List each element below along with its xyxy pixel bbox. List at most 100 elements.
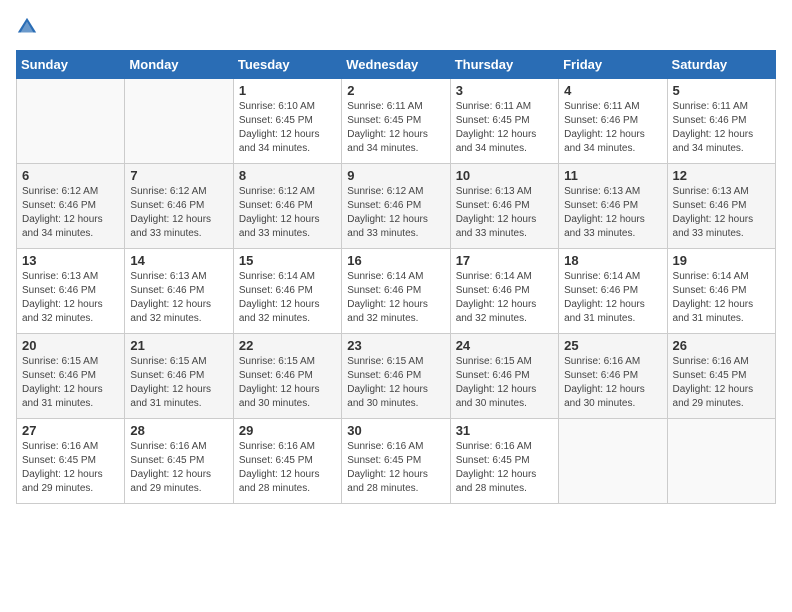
calendar-cell: 2Sunrise: 6:11 AMSunset: 6:45 PMDaylight… [342,79,450,164]
calendar-cell: 18 Sunrise: 6:14 AMSunset: 6:46 PMDayligh… [559,249,667,334]
day-number: 31 [456,423,553,438]
calendar-cell: 22 Sunrise: 6:15 AMSunset: 6:46 PMDayligh… [233,334,341,419]
day-info: Sunrise: 6:15 AMSunset: 6:46 PMDaylight:… [239,355,336,411]
calendar-cell: 14 Sunrise: 6:13 AMSunset: 6:46 PMDayligh… [125,249,233,334]
logo [16,16,42,38]
day-info: Sunrise: 6:13 AMSunset: 6:46 PMDaylight:… [673,185,770,241]
week-row-2: 6 Sunrise: 6:12 AMSunset: 6:46 PMDaylight… [17,164,776,249]
day-number: 8 [239,168,336,183]
day-number: 16 [347,253,444,268]
calendar-cell: 4 Sunrise: 6:11 AMSunset: 6:46 PMDaylight… [559,79,667,164]
day-number: 4 [564,83,661,98]
header-saturday: Saturday [667,51,775,79]
calendar-cell: 24 Sunrise: 6:15 AMSunset: 6:46 PMDayligh… [450,334,558,419]
day-info: Sunrise: 6:11 AMSunset: 6:45 PMDaylight:… [347,100,444,156]
day-number: 10 [456,168,553,183]
calendar-cell: 20 Sunrise: 6:15 AMSunset: 6:46 PMDayligh… [17,334,125,419]
day-info: Sunrise: 6:12 AMSunset: 6:46 PMDaylight:… [239,185,336,241]
day-number: 25 [564,338,661,353]
header-tuesday: Tuesday [233,51,341,79]
day-number: 28 [130,423,227,438]
day-number: 9 [347,168,444,183]
day-info: Sunrise: 6:11 AMSunset: 6:46 PMDaylight:… [564,100,661,156]
day-info: Sunrise: 6:13 AMSunset: 6:46 PMDaylight:… [130,270,227,326]
day-number: 23 [347,338,444,353]
day-info: Sunrise: 6:14 AMSunset: 6:46 PMDaylight:… [456,270,553,326]
day-info: Sunrise: 6:16 AMSunset: 6:45 PMDaylight:… [239,440,336,496]
calendar-cell: 8 Sunrise: 6:12 AMSunset: 6:46 PMDaylight… [233,164,341,249]
day-info: Sunrise: 6:15 AMSunset: 6:46 PMDaylight:… [347,355,444,411]
day-number: 18 [564,253,661,268]
header-sunday: Sunday [17,51,125,79]
day-info: Sunrise: 6:15 AMSunset: 6:46 PMDaylight:… [130,355,227,411]
calendar-cell: 28 Sunrise: 6:16 AMSunset: 6:45 PMDayligh… [125,419,233,504]
day-number: 14 [130,253,227,268]
day-number: 17 [456,253,553,268]
calendar-cell: 27Sunrise: 6:16 AMSunset: 6:45 PMDayligh… [17,419,125,504]
calendar-cell: 16 Sunrise: 6:14 AMSunset: 6:46 PMDayligh… [342,249,450,334]
day-info: Sunrise: 6:16 AMSunset: 6:45 PMDaylight:… [130,440,227,496]
day-info: Sunrise: 6:15 AMSunset: 6:46 PMDaylight:… [456,355,553,411]
day-number: 6 [22,168,119,183]
header-row: SundayMondayTuesdayWednesdayThursdayFrid… [17,51,776,79]
day-info: Sunrise: 6:16 AMSunset: 6:45 PMDaylight:… [673,355,770,411]
day-number: 21 [130,338,227,353]
day-info: Sunrise: 6:14 AMSunset: 6:46 PMDaylight:… [347,270,444,326]
calendar-cell: 25 Sunrise: 6:16 AMSunset: 6:46 PMDayligh… [559,334,667,419]
day-info: Sunrise: 6:13 AMSunset: 6:46 PMDaylight:… [22,270,119,326]
day-info: Sunrise: 6:13 AMSunset: 6:46 PMDaylight:… [456,185,553,241]
day-info: Sunrise: 6:10 AMSunset: 6:45 PMDaylight:… [239,100,336,156]
day-number: 22 [239,338,336,353]
day-number: 11 [564,168,661,183]
day-info: Sunrise: 6:14 AMSunset: 6:46 PMDaylight:… [564,270,661,326]
calendar-cell: 1 Sunrise: 6:10 AMSunset: 6:45 PMDaylight… [233,79,341,164]
calendar-cell: 12Sunrise: 6:13 AMSunset: 6:46 PMDayligh… [667,164,775,249]
day-info: Sunrise: 6:12 AMSunset: 6:46 PMDaylight:… [347,185,444,241]
calendar-cell: 30 Sunrise: 6:16 AMSunset: 6:45 PMDayligh… [342,419,450,504]
week-row-1: 1 Sunrise: 6:10 AMSunset: 6:45 PMDaylight… [17,79,776,164]
calendar-cell: 26 Sunrise: 6:16 AMSunset: 6:45 PMDayligh… [667,334,775,419]
day-info: Sunrise: 6:16 AMSunset: 6:45 PMDaylight:… [347,440,444,496]
day-info: Sunrise: 6:16 AMSunset: 6:46 PMDaylight:… [564,355,661,411]
day-info: Sunrise: 6:15 AMSunset: 6:46 PMDaylight:… [22,355,119,411]
day-number: 5 [673,83,770,98]
day-number: 13 [22,253,119,268]
day-info: Sunrise: 6:14 AMSunset: 6:46 PMDaylight:… [239,270,336,326]
calendar-cell: 15 Sunrise: 6:14 AMSunset: 6:46 PMDayligh… [233,249,341,334]
day-number: 29 [239,423,336,438]
calendar-cell: 19Sunrise: 6:14 AMSunset: 6:46 PMDayligh… [667,249,775,334]
day-info: Sunrise: 6:11 AMSunset: 6:45 PMDaylight:… [456,100,553,156]
day-info: Sunrise: 6:11 AMSunset: 6:46 PMDaylight:… [673,100,770,156]
day-number: 24 [456,338,553,353]
week-row-3: 13 Sunrise: 6:13 AMSunset: 6:46 PMDayligh… [17,249,776,334]
calendar-cell: 3 Sunrise: 6:11 AMSunset: 6:45 PMDaylight… [450,79,558,164]
day-number: 1 [239,83,336,98]
day-number: 20 [22,338,119,353]
week-row-4: 20 Sunrise: 6:15 AMSunset: 6:46 PMDayligh… [17,334,776,419]
calendar-cell: 17 Sunrise: 6:14 AMSunset: 6:46 PMDayligh… [450,249,558,334]
logo-icon [16,16,38,38]
calendar-cell: 23 Sunrise: 6:15 AMSunset: 6:46 PMDayligh… [342,334,450,419]
header-monday: Monday [125,51,233,79]
day-info: Sunrise: 6:14 AMSunset: 6:46 PMDaylight:… [673,270,770,326]
day-number: 7 [130,168,227,183]
calendar-cell [559,419,667,504]
calendar-cell: 13 Sunrise: 6:13 AMSunset: 6:46 PMDayligh… [17,249,125,334]
day-info: Sunrise: 6:16 AMSunset: 6:45 PMDaylight:… [22,440,119,496]
day-info: Sunrise: 6:12 AMSunset: 6:46 PMDaylight:… [22,185,119,241]
calendar-cell: 7Sunrise: 6:12 AMSunset: 6:46 PMDaylight… [125,164,233,249]
header-friday: Friday [559,51,667,79]
calendar-table: SundayMondayTuesdayWednesdayThursdayFrid… [16,50,776,504]
day-number: 3 [456,83,553,98]
week-row-5: 27Sunrise: 6:16 AMSunset: 6:45 PMDayligh… [17,419,776,504]
day-info: Sunrise: 6:13 AMSunset: 6:46 PMDaylight:… [564,185,661,241]
calendar-cell [17,79,125,164]
header-thursday: Thursday [450,51,558,79]
calendar-cell: 11 Sunrise: 6:13 AMSunset: 6:46 PMDayligh… [559,164,667,249]
day-number: 30 [347,423,444,438]
header-wednesday: Wednesday [342,51,450,79]
calendar-cell: 5 Sunrise: 6:11 AMSunset: 6:46 PMDaylight… [667,79,775,164]
day-number: 15 [239,253,336,268]
calendar-cell: 31Sunrise: 6:16 AMSunset: 6:45 PMDayligh… [450,419,558,504]
day-number: 26 [673,338,770,353]
